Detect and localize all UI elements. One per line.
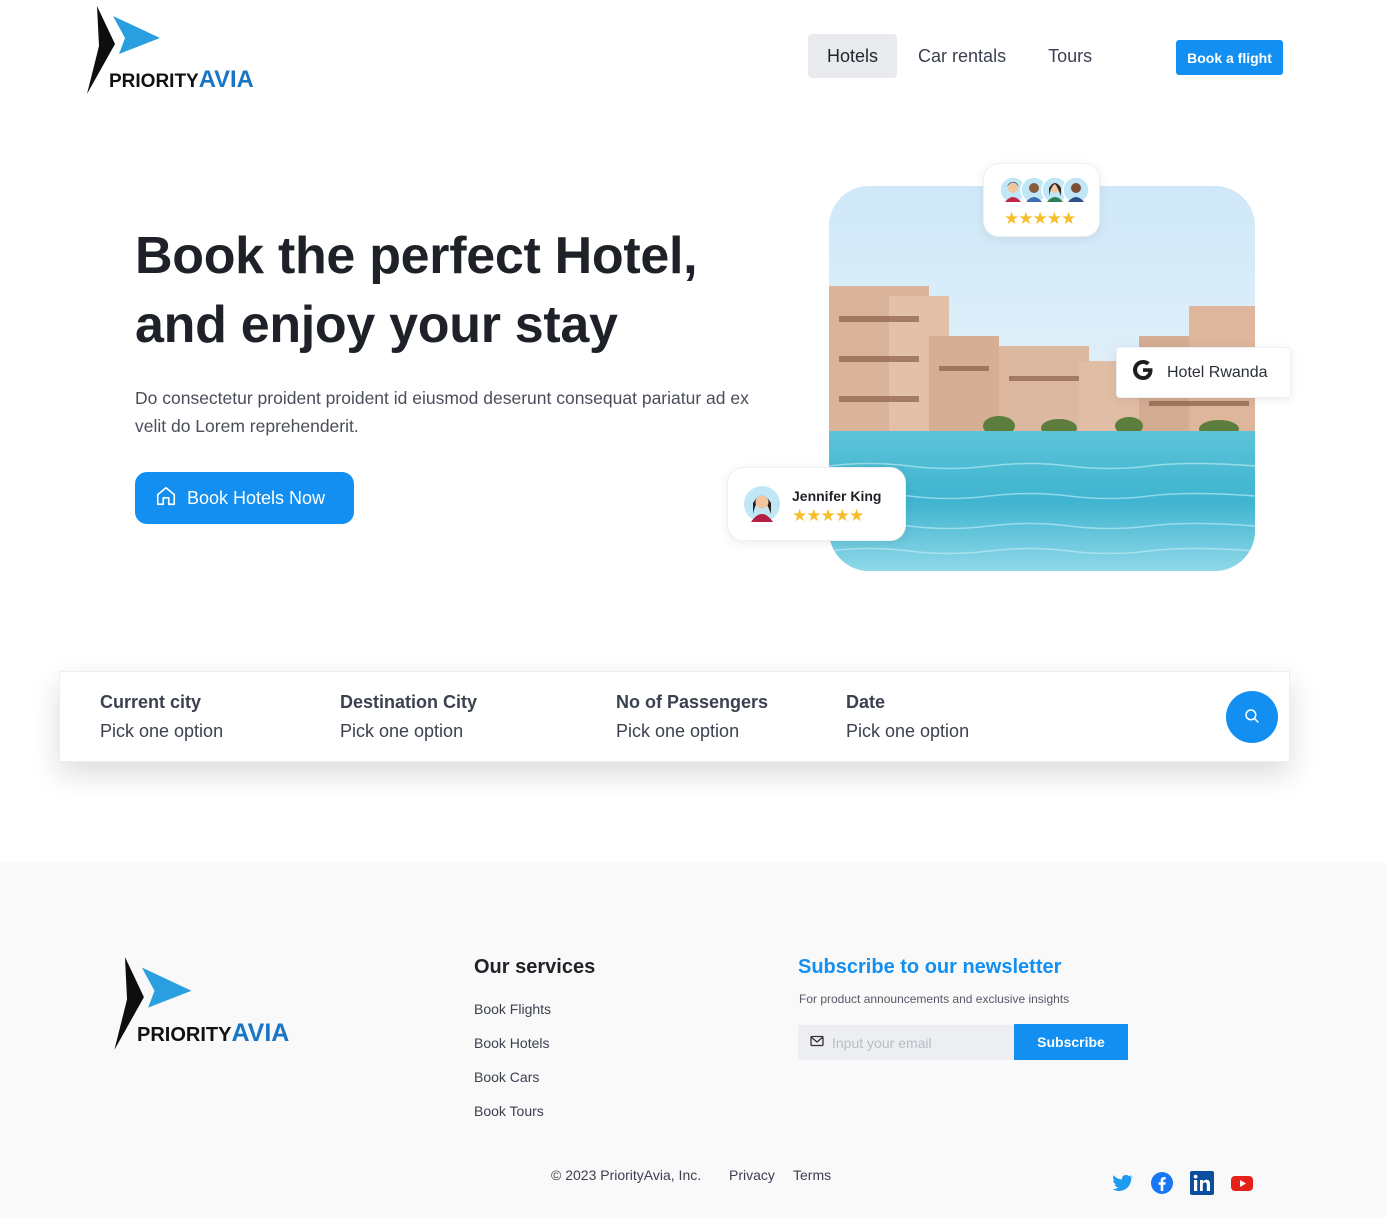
logo-word-avia: AVIA [198, 66, 254, 93]
copyright-text: © 2023 PriorityAvia, Inc. [551, 1167, 702, 1183]
passengers-label: No of Passengers [616, 692, 769, 712]
service-link-cars[interactable]: Book Cars [474, 1069, 539, 1085]
site-header: PRIORITYAVIA Hotels Car rentals Tours Bo… [0, 0, 1386, 115]
hero-description: Do consectetur proident proident id eius… [135, 388, 749, 436]
passengers-value[interactable]: Pick one option [616, 721, 768, 742]
mail-icon [810, 1034, 824, 1052]
logo-word-priority: PRIORITY [109, 71, 199, 92]
reviewer-avatar [744, 486, 780, 522]
trip-search-bar: Current city Pick one option Destination… [59, 671, 1290, 762]
destination-city-select[interactable]: Destination City Pick one option [340, 692, 477, 742]
footer-logo-word-priority: PRIORITY [137, 1024, 232, 1046]
service-link-tours[interactable]: Book Tours [474, 1103, 544, 1119]
service-link-flights[interactable]: Book Flights [474, 1001, 551, 1017]
brand-logo[interactable]: PRIORITYAVIA [85, 6, 260, 96]
hero-title-line-1: Book the perfect Hotel, [135, 227, 698, 285]
site-footer: PRIORITYAVIA Our services Book Flights B… [0, 862, 1386, 1218]
twitter-icon[interactable] [1110, 1171, 1134, 1195]
avatar-group [999, 176, 1091, 204]
footer-logo-word-avia: AVIA [231, 1019, 290, 1047]
destination-city-value[interactable]: Pick one option [340, 721, 477, 742]
newsletter-title: Subscribe to our newsletter [798, 956, 1062, 978]
review-card: Jennifer King ★★★★★ [727, 467, 906, 541]
facebook-icon[interactable] [1150, 1171, 1174, 1195]
current-city-select[interactable]: Current city Pick one option [100, 692, 223, 742]
destination-city-label: Destination City [340, 692, 478, 712]
nav-tours[interactable]: Tours [1029, 34, 1111, 78]
privacy-link[interactable]: Privacy [729, 1167, 775, 1183]
terms-link[interactable]: Terms [793, 1167, 831, 1183]
main-nav: Hotels Car rentals Tours [808, 34, 1111, 78]
book-hotels-label: Book Hotels Now [187, 487, 326, 508]
newsletter-email-input[interactable] [832, 1034, 1002, 1051]
date-value[interactable]: Pick one option [846, 721, 969, 742]
hero-title: Book the perfect Hotel, and enjoy your s… [135, 222, 775, 360]
youtube-icon[interactable] [1230, 1171, 1254, 1195]
current-city-label: Current city [100, 692, 202, 712]
hotel-location-card: Hotel Rwanda [1116, 347, 1291, 398]
date-label: Date [846, 692, 886, 712]
hero-title-line-2: and enjoy your stay [135, 296, 618, 354]
book-flight-button[interactable]: Book a flight [1176, 40, 1283, 75]
reviewer-stars: ★★★★★ [792, 506, 864, 525]
linkedin-icon[interactable] [1190, 1171, 1214, 1195]
nav-car-rentals[interactable]: Car rentals [899, 34, 1025, 78]
newsletter-subtitle: For product announcements and exclusive … [799, 992, 1070, 1006]
passengers-select[interactable]: No of Passengers Pick one option [616, 692, 768, 742]
hotel-name-label: Hotel Rwanda [1167, 363, 1268, 381]
search-icon [1243, 707, 1261, 728]
nav-hotels[interactable]: Hotels [808, 34, 898, 78]
home-icon [155, 485, 177, 512]
date-select[interactable]: Date Pick one option [846, 692, 969, 742]
footer-logo[interactable]: PRIORITYAVIA [112, 957, 302, 1052]
google-icon [1131, 358, 1155, 387]
service-link-hotels[interactable]: Book Hotels [474, 1035, 549, 1051]
current-city-value[interactable]: Pick one option [100, 721, 223, 742]
book-hotels-button[interactable]: Book Hotels Now [135, 472, 354, 524]
rating-stars: ★★★★★ [1004, 209, 1076, 228]
search-button[interactable] [1226, 691, 1278, 743]
newsletter-email-field[interactable] [798, 1025, 1014, 1060]
rating-card: ★★★★★ [983, 163, 1100, 237]
reviewer-name: Jennifer King [792, 488, 882, 504]
logo-wordmark: PRIORITYAVIA [109, 66, 254, 94]
services-title: Our services [474, 956, 596, 978]
footer-logo-wordmark: PRIORITYAVIA [137, 1019, 289, 1048]
subscribe-button[interactable]: Subscribe [1014, 1024, 1128, 1060]
